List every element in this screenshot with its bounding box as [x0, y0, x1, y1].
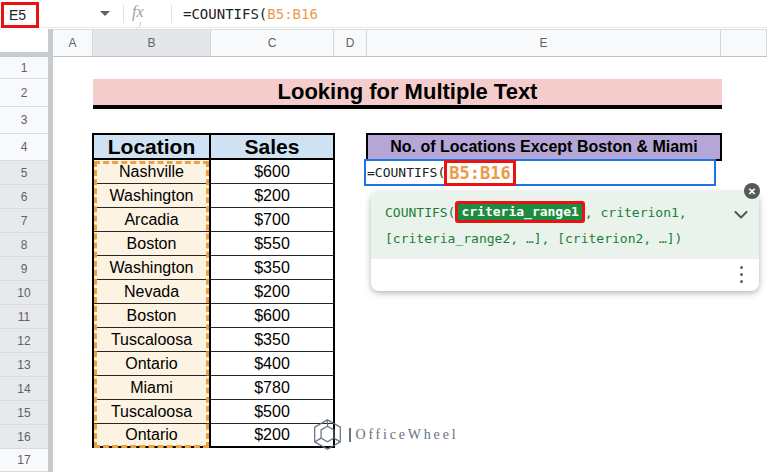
- officewheel-watermark: OfficeWheel: [311, 418, 458, 451]
- fx-icon: fx: [132, 3, 160, 21]
- row-header-8[interactable]: 8: [0, 233, 48, 257]
- row-header-9[interactable]: 9: [0, 257, 48, 281]
- header-cell-sales[interactable]: Sales: [211, 135, 333, 160]
- column-headers: A B C D E: [53, 29, 767, 57]
- cell-location[interactable]: Boston: [94, 232, 211, 256]
- cell-editor[interactable]: =COUNTIFS(B5:B16: [364, 159, 716, 186]
- cell-location[interactable]: Ontario: [94, 352, 211, 376]
- row-header-13[interactable]: 13: [0, 353, 48, 377]
- cell-sales[interactable]: $600: [211, 304, 333, 328]
- name-box-value: E5: [9, 7, 26, 23]
- spreadsheet-app: E5 fx =COUNTIFS(B5:B16 A B C D E 1 2 3 4…: [0, 0, 767, 472]
- cell-location[interactable]: Arcadia: [94, 208, 211, 232]
- table-row: Nevada $200: [94, 280, 333, 304]
- row-header-divider: [48, 29, 53, 472]
- cell-location[interactable]: Boston: [94, 304, 211, 328]
- cell-location[interactable]: Nashville: [94, 160, 211, 184]
- table-row: Washington $200: [94, 184, 333, 208]
- table-row: Miami $780: [94, 376, 333, 400]
- table-row: Arcadia $700: [94, 208, 333, 232]
- data-table: Location Sales Nashville $600 Washington…: [92, 133, 335, 448]
- row-header-1[interactable]: 1: [0, 57, 48, 79]
- formula-help-tooltip: COUNTIFS(criteria_range1, criterion1, [c…: [371, 192, 759, 291]
- row-header-4[interactable]: 4: [0, 134, 48, 161]
- cell-sales[interactable]: $600: [211, 160, 333, 184]
- row-header-7[interactable]: 7: [0, 209, 48, 233]
- cell-location[interactable]: Ontario: [94, 424, 211, 446]
- cell-location[interactable]: Tuscaloosa: [94, 328, 211, 352]
- table-row: Washington $350: [94, 256, 333, 280]
- table-row: Tuscaloosa $500: [94, 400, 333, 424]
- table-row: Boston $550: [94, 232, 333, 256]
- title-cell[interactable]: Looking for Multiple Text: [93, 79, 722, 109]
- select-all-corner[interactable]: [0, 29, 48, 52]
- column-header-a[interactable]: A: [53, 30, 93, 56]
- watermark-divider: [349, 428, 351, 442]
- divider: [171, 5, 172, 23]
- cell-location[interactable]: Washington: [94, 256, 211, 280]
- cell-sales[interactable]: $700: [211, 208, 333, 232]
- column-header-e[interactable]: E: [367, 30, 721, 56]
- name-box[interactable]: E5: [1, 2, 39, 28]
- column-header-d[interactable]: D: [334, 30, 367, 56]
- cell-sales[interactable]: $200: [211, 280, 333, 304]
- row-header-6[interactable]: 6: [0, 185, 48, 209]
- cell-sales[interactable]: $200: [211, 184, 333, 208]
- divider: [123, 5, 124, 23]
- row-header-14[interactable]: 14: [0, 377, 48, 401]
- close-icon[interactable]: ✕: [744, 183, 760, 199]
- row-header-11[interactable]: 11: [0, 305, 48, 329]
- cell-location[interactable]: Tuscaloosa: [94, 400, 211, 424]
- cell-location[interactable]: Washington: [94, 184, 211, 208]
- row-header-17[interactable]: 17: [0, 449, 48, 472]
- cell-sales[interactable]: $350: [211, 256, 333, 280]
- cell-sales[interactable]: $400: [211, 352, 333, 376]
- row-header-5[interactable]: 5: [0, 161, 48, 185]
- column-header-b[interactable]: B: [93, 30, 211, 56]
- table-row: Tuscaloosa $350: [94, 328, 333, 352]
- row-header-3[interactable]: 3: [0, 107, 48, 134]
- formula-input[interactable]: =COUNTIFS(B5:B16: [183, 6, 318, 22]
- column-header-c[interactable]: C: [211, 30, 334, 56]
- formula-bar: [0, 0, 767, 28]
- formula-range-ref: B5:B16: [267, 6, 318, 22]
- chevron-down-icon[interactable]: [734, 211, 748, 219]
- cell-location[interactable]: Miami: [94, 376, 211, 400]
- name-box-dropdown-icon[interactable]: [100, 11, 110, 16]
- cell-sales[interactable]: $550: [211, 232, 333, 256]
- active-argument-chip: criteria_range1: [455, 201, 584, 223]
- cell-sales[interactable]: $780: [211, 376, 333, 400]
- table-row: Boston $600: [94, 304, 333, 328]
- column-header-f[interactable]: [721, 30, 767, 56]
- table-row: Ontario $200: [94, 424, 333, 446]
- officewheel-logo-icon: [311, 418, 344, 451]
- row-header-10[interactable]: 10: [0, 281, 48, 305]
- more-options-icon[interactable]: [740, 266, 743, 283]
- row-header-16[interactable]: 16: [0, 425, 48, 449]
- row-header-12[interactable]: 12: [0, 329, 48, 353]
- tooltip-footer: [371, 259, 759, 291]
- cell-sales[interactable]: $350: [211, 328, 333, 352]
- cell-location[interactable]: Nevada: [94, 280, 211, 304]
- range-annotation-box: B5:B16: [444, 160, 515, 186]
- table-row: Ontario $400: [94, 352, 333, 376]
- row-header-2[interactable]: 2: [0, 79, 48, 107]
- header-cell-location[interactable]: Location: [94, 135, 211, 160]
- result-header-cell[interactable]: No. of Locations Except Boston & Miami: [366, 133, 722, 161]
- formula-signature: COUNTIFS(criteria_range1, criterion1, [c…: [371, 192, 759, 259]
- row-header-15[interactable]: 15: [0, 401, 48, 425]
- table-row: Nashville $600: [94, 160, 333, 184]
